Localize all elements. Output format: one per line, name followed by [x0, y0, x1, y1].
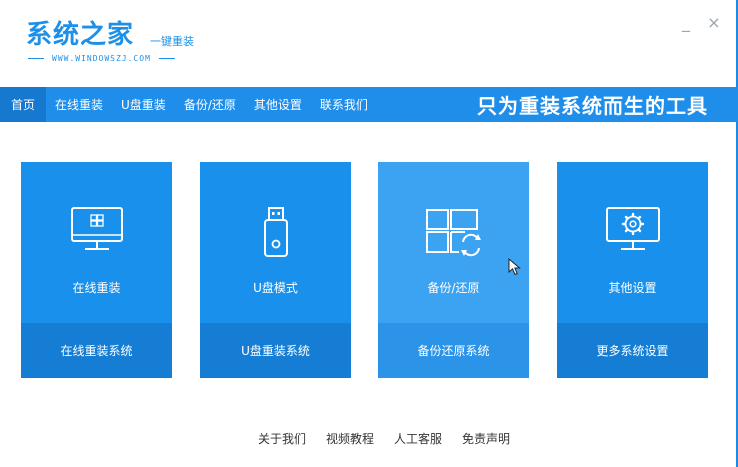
card-action[interactable]: 在线重装系统 [21, 323, 172, 378]
nav-item-other-settings[interactable]: 其他设置 [245, 87, 311, 122]
card-label: 其他设置 [608, 281, 657, 295]
card-online-reinstall[interactable]: 在线重装 在线重装系统 [21, 162, 172, 378]
card-action[interactable]: U盘重装系统 [200, 323, 351, 378]
monitor-windows-icon [70, 206, 124, 258]
nav-item-contact[interactable]: 联系我们 [311, 87, 377, 122]
usb-drive-icon [261, 206, 291, 262]
footer: 关于我们 视频教程 人工客服 免责声明 [0, 430, 738, 447]
logo-title: 系统之家 [26, 20, 135, 50]
minimize-button[interactable]: _ [678, 14, 694, 32]
card-other-settings[interactable]: 其他设置 更多系统设置 [557, 162, 708, 378]
windows-restore-icon [425, 208, 483, 264]
nav-item-backup-restore[interactable]: 备份/还原 [175, 87, 245, 122]
card-backup-restore[interactable]: 备份/还原 备份还原系统 [378, 162, 529, 378]
mouse-cursor-icon [508, 257, 522, 280]
card-usb-mode[interactable]: U盘模式 U盘重装系统 [200, 162, 351, 378]
card-action[interactable]: 更多系统设置 [557, 323, 708, 378]
nav-item-home[interactable]: 首页 [0, 87, 46, 122]
footer-link-video-tutorial[interactable]: 视频教程 [326, 430, 374, 447]
logo-divider [28, 57, 44, 59]
nav-item-usb-reinstall[interactable]: U盘重装 [112, 87, 175, 122]
card-top[interactable]: 在线重装 [21, 162, 172, 323]
card-label: 在线重装 [72, 281, 121, 295]
logo-url-row: WWW.WINDOWSZJ.COM [28, 52, 175, 64]
slogan: 只为重装系统而生的工具 [477, 94, 708, 118]
app-window: 系统之家 一键重装 WWW.WINDOWSZJ.COM _ × 首页 在线重装 … [0, 0, 738, 467]
card-top[interactable]: 其他设置 [557, 162, 708, 323]
card-action[interactable]: 备份还原系统 [378, 323, 529, 378]
card-top[interactable]: 备份/还原 [378, 162, 529, 323]
logo-divider [158, 57, 175, 59]
logo-url: WWW.WINDOWSZJ.COM [52, 53, 151, 63]
logo-subtitle: 一键重装 [150, 35, 194, 48]
footer-link-disclaimer[interactable]: 免责声明 [462, 430, 510, 447]
footer-link-support[interactable]: 人工客服 [394, 430, 442, 447]
window-controls: _ × [678, 14, 722, 32]
monitor-gear-icon [605, 206, 661, 258]
nav-bar: 首页 在线重装 U盘重装 备份/还原 其他设置 联系我们 只为重装系统而生的工具 [0, 87, 738, 122]
card-label: U盘模式 [253, 281, 298, 295]
nav-item-online-reinstall[interactable]: 在线重装 [46, 87, 112, 122]
card-label: 备份/还原 [427, 281, 480, 295]
footer-link-about[interactable]: 关于我们 [258, 430, 306, 447]
close-button[interactable]: × [706, 14, 722, 32]
card-top[interactable]: U盘模式 [200, 162, 351, 323]
